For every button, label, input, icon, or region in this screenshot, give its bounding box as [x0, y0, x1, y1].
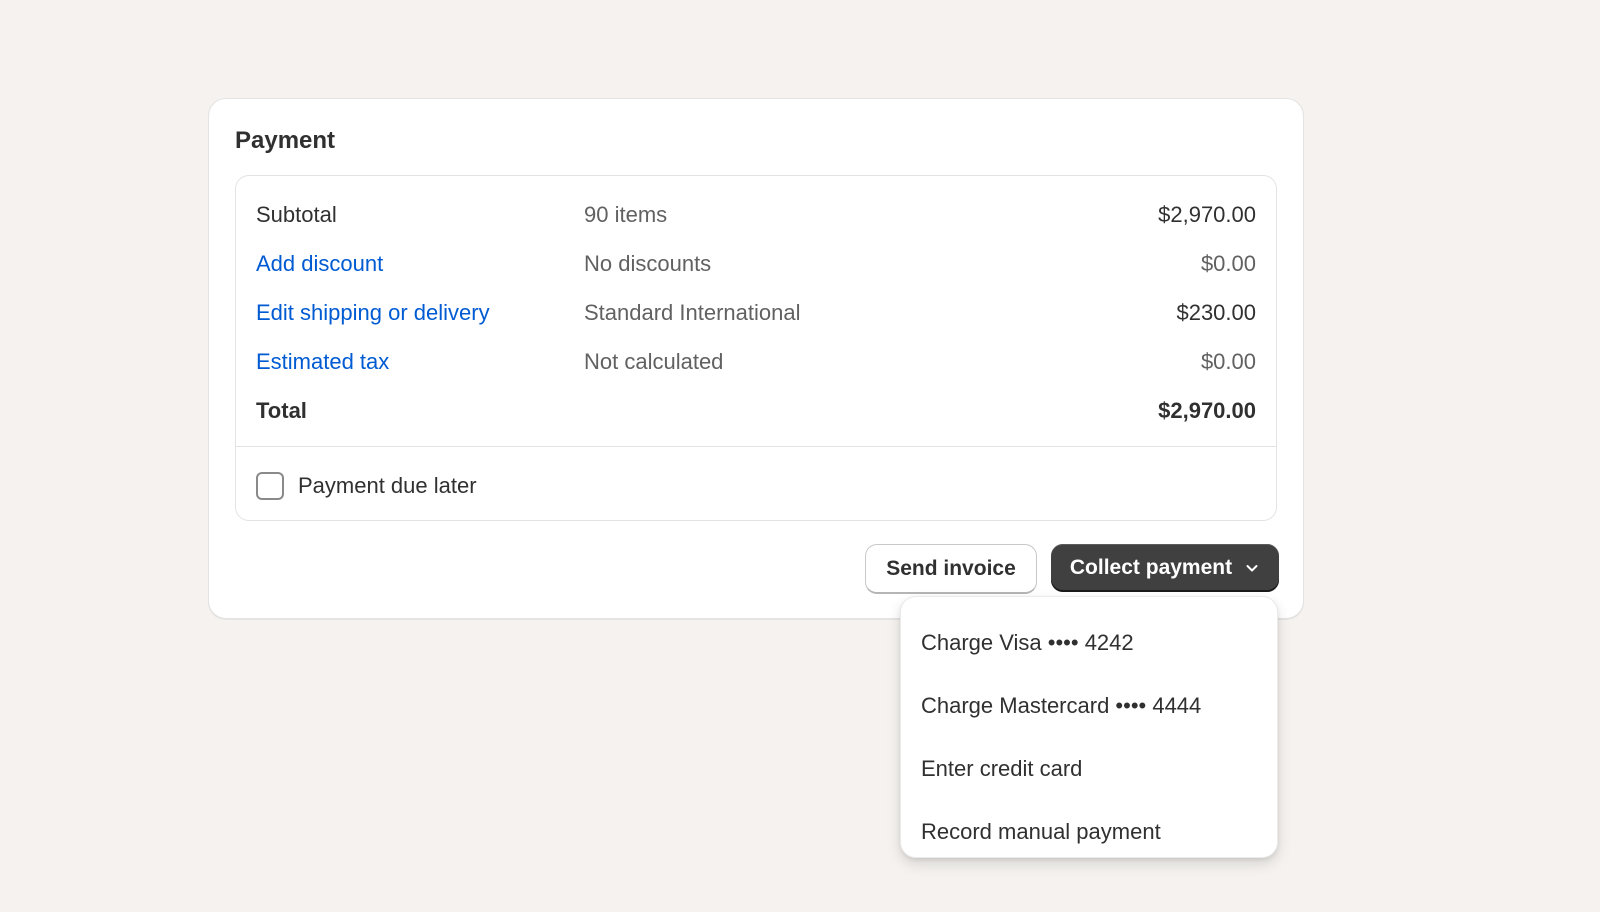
collect-payment-menu: Charge Visa •••• 4242 Charge Mastercard … — [900, 596, 1278, 858]
payment-due-later-checkbox[interactable] — [256, 472, 284, 500]
total-amount: $2,970.00 — [1158, 398, 1256, 423]
edit-shipping-link[interactable]: Edit shipping or delivery — [256, 300, 490, 326]
shipping-detail: Standard International — [584, 300, 801, 325]
estimated-tax-link[interactable]: Estimated tax — [256, 349, 389, 375]
discount-row: Add discount No discounts $0.00 — [236, 245, 1276, 294]
menu-item-charge-visa[interactable]: Charge Visa •••• 4242 — [901, 611, 1277, 674]
tax-amount: $0.00 — [1200, 349, 1256, 374]
payment-card: Payment Subtotal 90 items $2,970.00 Add … — [208, 98, 1304, 619]
collect-payment-button[interactable]: Collect payment — [1051, 544, 1279, 592]
subtotal-label: Subtotal — [256, 202, 337, 227]
add-discount-link[interactable]: Add discount — [256, 251, 383, 277]
summary-divider — [236, 446, 1276, 447]
subtotal-items: 90 items — [584, 202, 668, 227]
tax-detail: Not calculated — [584, 349, 724, 374]
payment-summary: Subtotal 90 items $2,970.00 Add discount… — [235, 175, 1277, 521]
chevron-down-icon — [1246, 565, 1258, 572]
total-label: Total — [256, 398, 307, 423]
menu-item-charge-mastercard[interactable]: Charge Mastercard •••• 4444 — [901, 674, 1277, 737]
payment-title: Payment — [235, 127, 336, 154]
menu-item-enter-credit-card[interactable]: Enter credit card — [901, 737, 1277, 800]
subtotal-row: Subtotal 90 items $2,970.00 — [236, 196, 1276, 245]
total-row: Total $2,970.00 — [236, 392, 1276, 441]
payment-due-later-label[interactable]: Payment due later — [298, 473, 477, 499]
discount-amount: $0.00 — [1200, 251, 1256, 276]
collect-payment-label: Collect payment — [1069, 556, 1233, 579]
shipping-amount: $230.00 — [1176, 300, 1256, 325]
menu-item-record-manual-payment[interactable]: Record manual payment — [901, 800, 1277, 863]
subtotal-amount: $2,970.00 — [1158, 202, 1256, 227]
discount-detail: No discounts — [584, 251, 712, 276]
payment-due-later-row[interactable]: Payment due later — [256, 472, 477, 500]
shipping-row: Edit shipping or delivery Standard Inter… — [236, 294, 1276, 343]
tax-row: Estimated tax Not calculated $0.00 — [236, 343, 1276, 392]
send-invoice-button[interactable]: Send invoice — [865, 544, 1037, 594]
